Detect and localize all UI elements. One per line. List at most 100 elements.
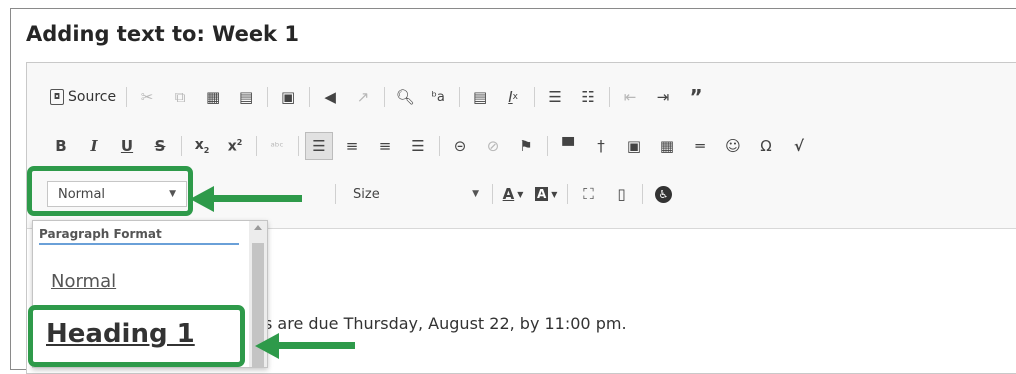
- spell-icon: ᵃᵇᶜ: [270, 139, 284, 153]
- underline-button[interactable]: U: [113, 132, 141, 160]
- outdent-button[interactable]: ⇤: [616, 83, 644, 111]
- find-icon: 🔍︎: [395, 88, 415, 106]
- option-normal[interactable]: Normal: [51, 271, 116, 292]
- callout-arrow: [275, 342, 355, 349]
- spellcheck-button[interactable]: ▤: [466, 83, 494, 111]
- replace-button[interactable]: ᵇa: [424, 83, 452, 111]
- align-left-button[interactable]: ☰: [305, 132, 333, 160]
- accessibility-icon: ♿: [654, 185, 672, 203]
- source-label: Source: [68, 89, 117, 105]
- separator: [567, 184, 569, 204]
- remove-format-x: x: [512, 92, 518, 102]
- smiley-button[interactable]: ☺: [719, 132, 747, 160]
- align-right-button[interactable]: ≡: [371, 132, 399, 160]
- spell-button[interactable]: ᵃᵇᶜ: [263, 132, 291, 160]
- bulleted-list-icon: ☷: [581, 88, 595, 106]
- separator: [459, 87, 461, 107]
- maximize-button[interactable]: ⛶: [574, 180, 602, 208]
- separator: [492, 184, 493, 204]
- superscript-button[interactable]: x2: [221, 132, 249, 160]
- italic-icon: I: [90, 137, 98, 155]
- separator: [384, 87, 386, 107]
- indent-icon: ⇥: [656, 88, 670, 106]
- callout-arrow-head: [255, 333, 279, 359]
- anchor-button[interactable]: ⚑: [512, 132, 540, 160]
- separator: [298, 136, 299, 156]
- paste-word-button[interactable]: ▣: [274, 83, 302, 111]
- show-blocks-icon: ▯: [617, 185, 626, 203]
- strikethrough-icon: S: [154, 137, 166, 155]
- redo-button[interactable]: ↗: [349, 83, 377, 111]
- blockquote-button[interactable]: ”: [682, 83, 710, 111]
- link-button[interactable]: ⊝: [446, 132, 474, 160]
- separator: [256, 136, 257, 156]
- cut-button[interactable]: ✂: [133, 83, 161, 111]
- numbered-list-button[interactable]: ☰: [541, 83, 569, 111]
- chevron-down-icon: ▼: [472, 189, 479, 199]
- numbered-list-icon: ☰: [548, 88, 562, 106]
- source-button[interactable]: ◘ Source: [47, 83, 119, 111]
- accessibility-button[interactable]: ♿: [649, 180, 677, 208]
- special-char-button[interactable]: Ω: [752, 132, 780, 160]
- bulleted-list-button[interactable]: ☷: [574, 83, 602, 111]
- heading-1-callout: [28, 305, 245, 367]
- justify-button[interactable]: ☰: [404, 132, 432, 160]
- redo-icon: ↗: [356, 88, 370, 106]
- table-button[interactable]: ▦: [653, 132, 681, 160]
- align-center-button[interactable]: ≡: [338, 132, 366, 160]
- cut-icon: ✂: [140, 88, 154, 106]
- replace-icon: ᵇa: [431, 89, 445, 105]
- bold-icon: B: [55, 137, 67, 155]
- undo-icon: ◀: [324, 88, 336, 106]
- underline-icon: U: [120, 137, 134, 155]
- paste-button[interactable]: ▦: [199, 83, 227, 111]
- align-right-icon: ≡: [378, 137, 392, 155]
- table-icon: ▦: [659, 137, 675, 155]
- cart-icon: ▀: [562, 137, 574, 155]
- cart-button[interactable]: ▀: [554, 132, 582, 160]
- maximize-icon: ⛶: [583, 185, 594, 203]
- separator: [267, 87, 269, 107]
- find-button[interactable]: 🔍︎: [391, 83, 419, 111]
- paste-text-icon: ▤: [239, 88, 254, 106]
- smiley-icon: ☺: [725, 137, 741, 155]
- separator: [534, 87, 536, 107]
- bold-button[interactable]: B: [47, 132, 75, 160]
- separator: [126, 87, 128, 107]
- indent-button[interactable]: ⇥: [649, 83, 677, 111]
- scroll-up-icon[interactable]: [254, 225, 262, 230]
- special-char-icon: Ω: [760, 137, 772, 155]
- horizontal-line-button[interactable]: ═: [686, 132, 714, 160]
- insert-tool-icon: †: [597, 137, 605, 155]
- math-icon: √: [793, 137, 804, 155]
- editor-content-text: s are due Thursday, August 22, by 11:00 …: [264, 314, 627, 333]
- show-blocks-button[interactable]: ▯: [607, 180, 635, 208]
- paste-text-button[interactable]: ▤: [232, 83, 260, 111]
- size-select[interactable]: Size ▼: [342, 181, 490, 207]
- source-icon: ◘: [50, 89, 64, 105]
- separator: [181, 136, 182, 156]
- copy-icon: ⧉: [174, 88, 186, 106]
- text-color-button[interactable]: A ▼: [499, 180, 527, 208]
- justify-icon: ☰: [411, 137, 425, 155]
- bg-color-button[interactable]: A ▼: [532, 180, 560, 208]
- subscript-button[interactable]: x2: [188, 132, 216, 160]
- chevron-down-icon: ▼: [551, 189, 558, 199]
- align-left-icon: ☰: [312, 137, 326, 155]
- unlink-button[interactable]: ⊘: [479, 132, 507, 160]
- remove-format-button[interactable]: Ix: [499, 83, 527, 111]
- undo-button[interactable]: ◀: [316, 83, 344, 111]
- format-select-callout: [27, 166, 193, 216]
- text-color-icon: A: [502, 185, 515, 203]
- math-button[interactable]: √: [785, 132, 813, 160]
- insert-tool-button[interactable]: †: [587, 132, 615, 160]
- separator: [439, 136, 440, 156]
- copy-button[interactable]: ⧉: [166, 83, 194, 111]
- image-icon: ▣: [626, 137, 642, 155]
- image-button[interactable]: ▣: [620, 132, 648, 160]
- strikethrough-button[interactable]: S: [146, 132, 174, 160]
- link-icon: ⊝: [453, 137, 467, 155]
- toolbar-row-1: ◘ Source ✂ ⧉ ▦ ▤ ▣ ◀ ↗ 🔍︎ ᵇa ▤ Ix ☰ ☷ ⇤ …: [47, 83, 715, 111]
- anchor-icon: ⚑: [519, 137, 533, 155]
- italic-button[interactable]: I: [80, 132, 108, 160]
